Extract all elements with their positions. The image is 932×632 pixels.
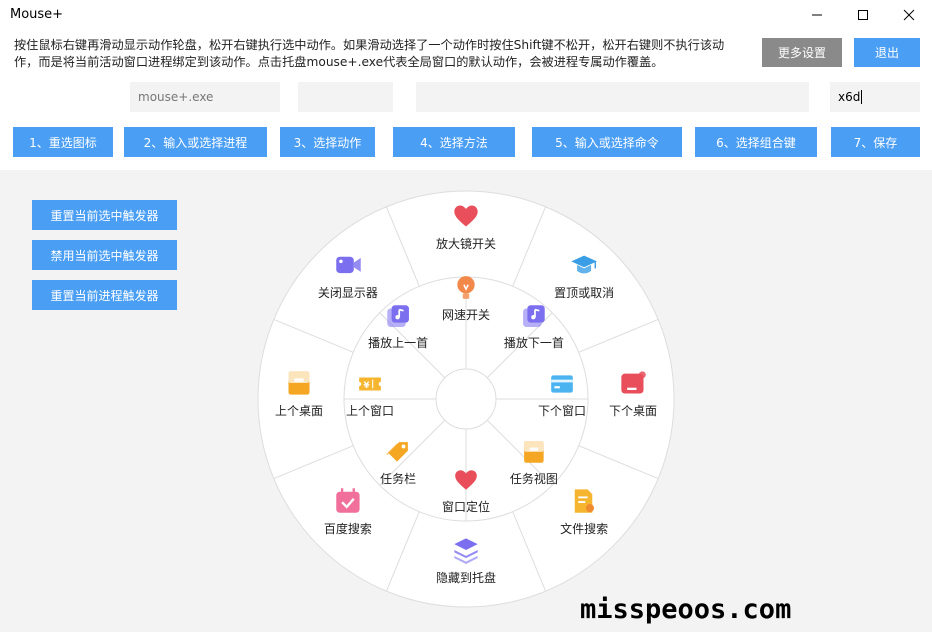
- wheel-outer-item-label: 隐藏到托盘: [436, 570, 496, 585]
- wheel-outer-item-label: 置顶或取消: [554, 286, 614, 300]
- wheel-outer-item-label: 上个桌面: [275, 404, 323, 418]
- wheel-inner-item-label: 下个窗口: [538, 404, 586, 418]
- wheel-inner-item-label: 播放上一首: [368, 335, 428, 350]
- folder-icon: [288, 371, 310, 395]
- ticket-icon: [359, 377, 381, 391]
- wheel-inner-item-label: 任务栏: [380, 471, 416, 486]
- folder-icon: [524, 441, 544, 463]
- wheel-outer-item-label: 文件搜索: [560, 521, 608, 536]
- wheel-inner-item-label: 窗口定位: [442, 499, 490, 514]
- wheel-outer-item-label: 百度搜索: [324, 521, 372, 536]
- wheel-inner-item-label: 任务视图: [510, 471, 558, 486]
- wheel-outer-item-label: 放大镜开关: [436, 236, 496, 251]
- wheel-inner-item-label: 上个窗口: [346, 404, 394, 418]
- watermark-text: misspeoos.com: [580, 594, 792, 625]
- wheel-outer-item-label: 关闭显示器: [318, 286, 378, 300]
- wheel-inner-item-label: 播放下一首: [504, 335, 564, 350]
- action-wheel: ¥ 放大镜开关置顶或取消下个桌面文件搜索隐藏到托盘百度搜索上个桌面关闭显示器网速…: [257, 190, 675, 608]
- card-icon: [621, 371, 646, 394]
- window-card-icon: [551, 375, 573, 393]
- wheel-outer-item-label: 下个桌面: [609, 404, 657, 418]
- wheel-center: [435, 368, 497, 430]
- calendar-icon: [335, 487, 361, 514]
- wheel-inner-item-label: 网速开关: [442, 308, 490, 322]
